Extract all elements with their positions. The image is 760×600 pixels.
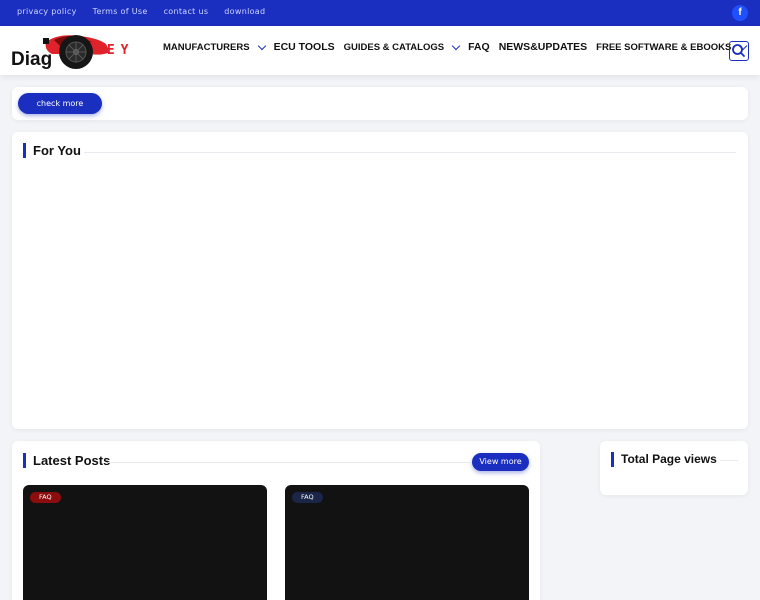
- contact-us-link[interactable]: contact us: [164, 7, 209, 16]
- nav-item-manufacturers[interactable]: MANUFACTURERS: [163, 41, 266, 53]
- terms-of-use-link[interactable]: Terms of Use: [93, 7, 148, 16]
- post-card[interactable]: FAQ: [285, 485, 529, 600]
- chevron-down-icon: [257, 41, 266, 50]
- nav-item-faq[interactable]: FAQ: [468, 41, 490, 53]
- download-link[interactable]: download: [224, 7, 265, 16]
- logo-text-diag: Diag: [11, 49, 53, 70]
- site-logo[interactable]: Diag KEY: [10, 30, 150, 72]
- nav-item-news-updates[interactable]: NEWS&UPDATES: [499, 41, 587, 53]
- banner-card: check more: [12, 87, 748, 120]
- view-more-button[interactable]: View more: [472, 453, 529, 471]
- divider: [720, 460, 738, 461]
- check-more-button[interactable]: check more: [18, 93, 102, 114]
- total-page-views-title: Total Page views: [611, 452, 717, 467]
- logo-text-key: KEY: [93, 43, 135, 58]
- nav-item-label: GUIDES & CATALOGS: [343, 41, 445, 53]
- search-icon: [732, 44, 745, 57]
- post-card[interactable]: FAQ: [23, 485, 267, 600]
- facebook-icon[interactable]: f: [732, 5, 748, 21]
- for-you-title: For You: [23, 143, 81, 158]
- nav-item-label: MANUFACTURERS: [163, 41, 250, 53]
- nav-menu: MANUFACTURERS ECU TOOLS GUIDES & CATALOG…: [163, 41, 755, 53]
- latest-posts-title: Latest Posts: [23, 453, 110, 468]
- top-links: privacy policy Terms of Use contact us d…: [17, 7, 265, 16]
- for-you-section: For You: [12, 132, 748, 429]
- nav-item-label: FAQ: [468, 41, 490, 53]
- post-tag[interactable]: FAQ: [292, 492, 323, 503]
- latest-posts-section: Latest Posts View more FAQ FAQ: [12, 441, 540, 600]
- nav-item-free-software-ebooks[interactable]: FREE SOFTWARE & EBOOKS: [596, 41, 748, 53]
- main-navbar: Diag KEY MANUFACTURERS ECU TOOLS GUIDES …: [0, 26, 760, 75]
- nav-item-ecu-tools[interactable]: ECU TOOLS: [274, 41, 335, 53]
- nav-item-label: NEWS&UPDATES: [498, 41, 588, 53]
- chevron-down-icon: [451, 41, 461, 50]
- search-button[interactable]: [729, 41, 749, 61]
- top-bar: privacy policy Terms of Use contact us d…: [0, 0, 760, 26]
- nav-item-label: FREE SOFTWARE & EBOOKS: [596, 41, 732, 53]
- nav-item-label: ECU TOOLS: [273, 41, 335, 53]
- privacy-policy-link[interactable]: privacy policy: [17, 7, 77, 16]
- divider: [108, 462, 470, 463]
- divider: [84, 152, 736, 153]
- post-tag[interactable]: FAQ: [30, 492, 61, 503]
- nav-item-guides-catalogs[interactable]: GUIDES & CATALOGS: [343, 41, 461, 53]
- total-page-views-widget: Total Page views: [600, 441, 748, 495]
